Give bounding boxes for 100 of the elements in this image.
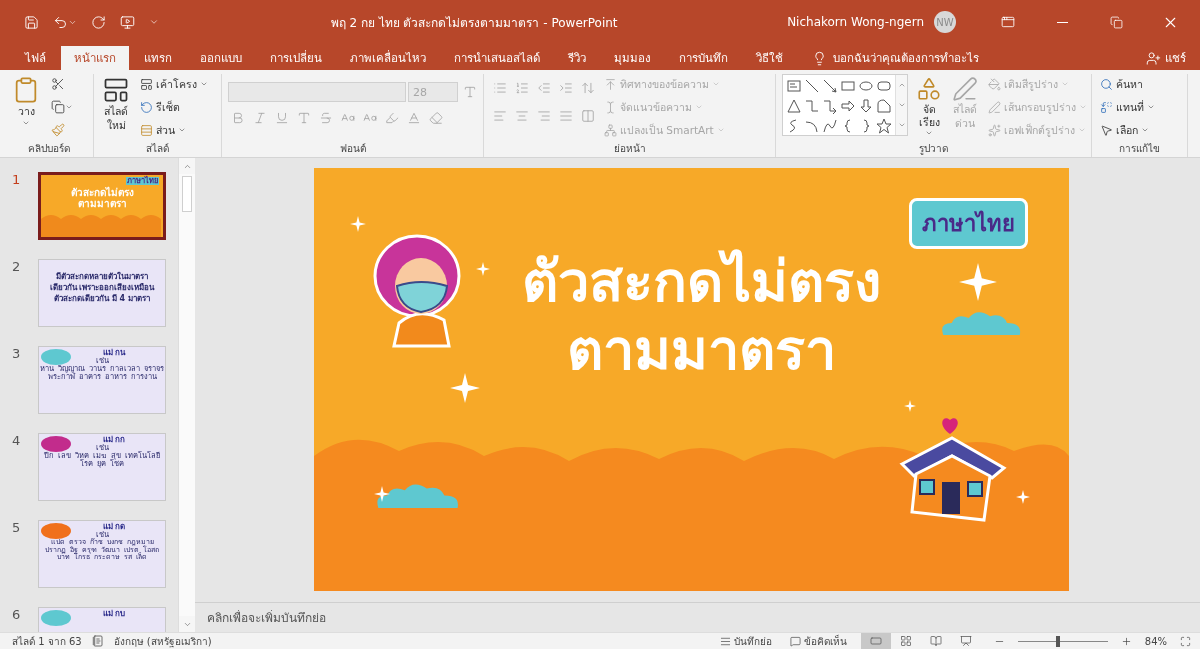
line-spacing-icon bbox=[581, 81, 595, 95]
down-arrow-shape-icon[interactable] bbox=[858, 98, 874, 114]
normal-view-button[interactable] bbox=[860, 633, 891, 649]
curve-shape-icon[interactable] bbox=[822, 118, 838, 134]
star-shape-icon[interactable] bbox=[876, 118, 892, 134]
paintbrush-icon bbox=[51, 123, 65, 137]
decrease-indent-icon bbox=[537, 81, 551, 95]
slide-number: 4 bbox=[12, 433, 22, 448]
center-icon bbox=[515, 109, 529, 123]
format-icon bbox=[988, 77, 1001, 91]
copy-icon bbox=[51, 100, 65, 114]
notes-button[interactable]: บันทึกย่อ bbox=[715, 633, 776, 649]
ribbon-tab[interactable]: วิธีใช้ bbox=[743, 46, 796, 70]
caret-icon bbox=[200, 80, 208, 88]
elbow-arrow-shape-icon[interactable] bbox=[822, 98, 838, 114]
group-label: ฟอนต์ bbox=[338, 142, 367, 156]
thumbnail-text: ตัวสะกดเดียวกัน มี 4 มาตรา bbox=[54, 293, 150, 305]
thumbnail-heading: แม่ กบ bbox=[102, 610, 126, 619]
ribbon-tab[interactable]: การเปลี่ยน bbox=[257, 46, 335, 70]
lightbulb-icon bbox=[812, 50, 827, 66]
share-button[interactable]: แชร์ bbox=[1140, 46, 1192, 70]
sparkle-icon bbox=[904, 400, 916, 412]
scrollbar[interactable] bbox=[178, 158, 195, 632]
ribbon-tab[interactable]: รีวิว bbox=[555, 46, 599, 70]
button-label: สไลด์ bbox=[104, 105, 128, 118]
view-icon bbox=[899, 635, 912, 647]
sparkle-icon bbox=[350, 216, 366, 232]
view-icon bbox=[959, 635, 972, 647]
replace-icon bbox=[1100, 100, 1113, 114]
ribbon-tab[interactable]: หน้าแรก bbox=[61, 46, 129, 70]
arrow-shape-icon[interactable] bbox=[822, 78, 838, 94]
columns-icon bbox=[581, 109, 595, 123]
new-slide-button[interactable]: สไลด์ ใหม่ bbox=[100, 74, 132, 134]
reset-button[interactable]: รีเซ็ต bbox=[138, 97, 210, 117]
window-title: พฤ 2 กย ไทย ตัวสะกดไม่ตรงตามมาตรา - PowerPoint bbox=[329, 14, 619, 32]
paste-button[interactable]: วาง bbox=[10, 74, 42, 129]
format-icon bbox=[988, 123, 1001, 137]
layout-button[interactable]: เค้าโครง bbox=[138, 74, 210, 94]
group-label: การแก้ไข bbox=[1118, 142, 1161, 156]
caret-icon bbox=[149, 17, 159, 27]
pointer-icon bbox=[1100, 123, 1113, 137]
user-plus-icon bbox=[1146, 50, 1161, 66]
caret-icon bbox=[1141, 126, 1149, 134]
slide-canvas[interactable]: ภาษาไทย ตัวสะกดไม่ตรง ตามมาตรา bbox=[314, 168, 1069, 591]
ribbon-tab[interactable]: ไฟล์ bbox=[12, 46, 59, 70]
caret-icon bbox=[716, 126, 725, 134]
ribbon-tab[interactable]: การบันทึก bbox=[666, 46, 741, 70]
group-label: ย่อหน้า bbox=[612, 142, 647, 156]
line-shape-icon[interactable] bbox=[804, 78, 820, 94]
button-label: ด่วน bbox=[955, 116, 975, 130]
tell-me-field[interactable]: บอกฉันว่าคุณต้องการทำอะไร bbox=[831, 50, 1031, 66]
language-label[interactable]: อังกฤษ (สหรัฐอเมริกา) bbox=[113, 633, 212, 649]
find-button[interactable]: ค้นหา bbox=[1098, 74, 1157, 94]
window-icon bbox=[1001, 15, 1015, 29]
slide-thumbnail[interactable]: มีตัวสะกดหลายตัวในมาตรา เดียวกัน เพราะออกเสียงเหมือน ตัวสะกดเดียวกัน มี 4 มาตรา bbox=[38, 259, 166, 327]
section-icon bbox=[140, 123, 153, 137]
bold-icon bbox=[231, 111, 245, 125]
scroll-thumb[interactable] bbox=[182, 176, 192, 212]
select-button[interactable]: เลือก bbox=[1098, 120, 1157, 140]
ribbon-tab[interactable]: แทรก bbox=[131, 46, 185, 70]
section-button[interactable]: ส่วน bbox=[138, 120, 210, 140]
ribbon-tab[interactable]: ออกแบบ bbox=[187, 46, 255, 70]
thumbnail-heading: แม่ กน bbox=[102, 349, 126, 357]
save-icon bbox=[24, 14, 39, 30]
justify-icon bbox=[559, 109, 573, 123]
arrange-button[interactable]: จัดเรียง bbox=[914, 74, 944, 140]
ribbon-tab[interactable]: มุมมอง bbox=[601, 46, 664, 70]
notes-field[interactable]: คลิกเพื่อจะเพิ่มบันทึกย่อ bbox=[205, 609, 505, 626]
thumbnail-title: ตัวสะกดไม่ตรง bbox=[70, 188, 134, 199]
slide-icon bbox=[102, 76, 130, 104]
comments-button[interactable]: ข้อคิดเห็น bbox=[785, 633, 851, 649]
caret-icon bbox=[178, 126, 186, 134]
oval-shape-icon[interactable] bbox=[858, 78, 874, 94]
arc-shape-icon[interactable] bbox=[804, 118, 820, 134]
zoom-level[interactable]: 84% bbox=[1144, 635, 1167, 647]
slide-counter: สไลด์ 1 จาก 63 bbox=[12, 634, 82, 649]
right-arrow-shape-icon[interactable] bbox=[840, 98, 856, 114]
caret-icon bbox=[897, 121, 906, 129]
triangle-shape-icon[interactable] bbox=[786, 98, 802, 114]
caret-icon bbox=[1147, 103, 1155, 111]
ribbon-tab[interactable]: การนำเสนอสไลด์ bbox=[441, 46, 553, 70]
zoom-thumb[interactable] bbox=[1056, 635, 1061, 647]
caret-icon bbox=[1061, 80, 1069, 88]
button-label: สไลด์ bbox=[953, 103, 977, 116]
group-label: สไลด์ bbox=[145, 142, 170, 156]
align-right-icon bbox=[537, 109, 551, 123]
slide-number: 3 bbox=[12, 346, 22, 361]
replace-button[interactable]: แทนที่ bbox=[1098, 97, 1157, 117]
sparkle-icon bbox=[959, 263, 997, 301]
freeform-shape-icon[interactable] bbox=[876, 98, 892, 114]
slide-thumbnail[interactable]: แม่ กบ bbox=[38, 607, 166, 632]
slide-number: 2 bbox=[12, 259, 22, 274]
sparkle-icon bbox=[1016, 490, 1030, 504]
thumbnail-text: เดียวกัน เพราะออกเสียงเหมือน bbox=[49, 282, 155, 294]
user-name: Nichakorn Wong-ngern bbox=[787, 15, 924, 29]
rounded-rectangle-shape-icon[interactable] bbox=[876, 78, 892, 94]
slide-number: 1 bbox=[12, 172, 22, 187]
button-label: ใหม่ bbox=[106, 118, 126, 132]
ribbon-tab[interactable]: ภาพเคลื่อนไหว bbox=[337, 46, 439, 70]
shape-gallery[interactable] bbox=[782, 74, 908, 136]
